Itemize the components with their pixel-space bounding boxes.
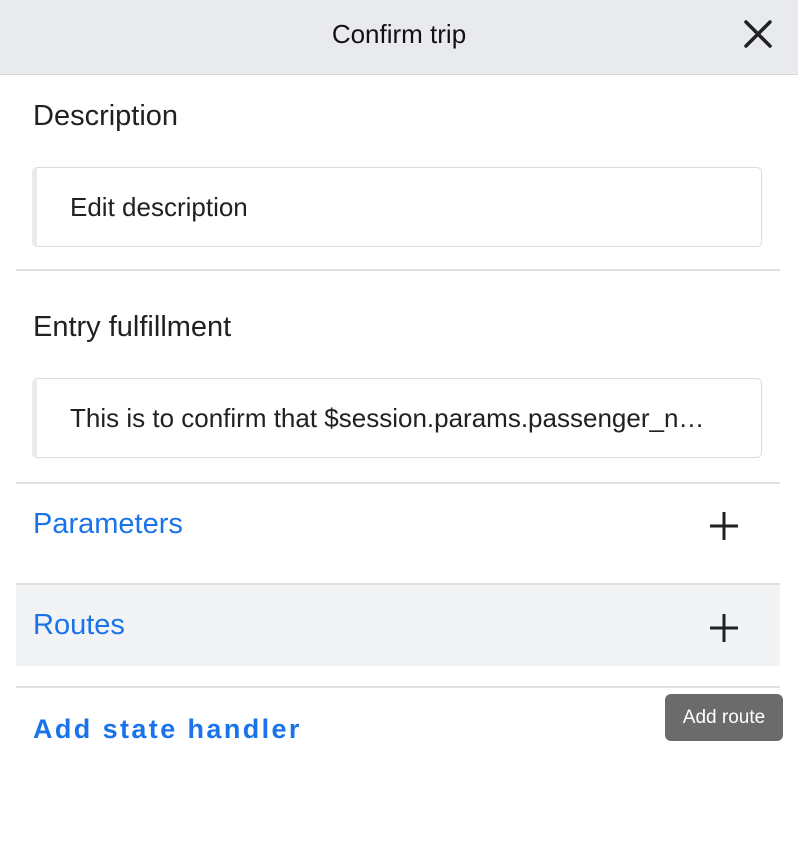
add-route-tooltip: Add route — [665, 694, 783, 741]
add-state-handler-link[interactable]: Add state handler — [33, 714, 302, 745]
divider — [16, 686, 780, 688]
description-field[interactable]: Edit description — [32, 167, 762, 247]
page-panel: Confirm trip Description Edit descriptio… — [0, 0, 798, 854]
routes-row[interactable]: Routes — [16, 585, 780, 666]
description-title: Description — [33, 100, 179, 132]
parameters-row[interactable]: Parameters — [16, 484, 780, 583]
entry-fulfillment-value: This is to confirm that $session.params.… — [70, 403, 711, 433]
page-title: Confirm trip — [331, 19, 467, 49]
close-button[interactable] — [738, 14, 778, 54]
divider — [16, 269, 780, 271]
routes-label: Routes — [33, 609, 125, 641]
entry-fulfillment-field[interactable]: This is to confirm that $session.params.… — [32, 378, 762, 458]
panel-header: Confirm trip — [0, 0, 798, 75]
description-value: Edit description — [70, 192, 248, 222]
add-route-button[interactable] — [706, 610, 742, 646]
plus-icon — [710, 614, 738, 642]
plus-icon — [710, 512, 738, 540]
add-parameter-button[interactable] — [706, 508, 742, 544]
close-icon — [744, 20, 772, 48]
entry-fulfillment-title: Entry fulfillment — [33, 311, 232, 343]
parameters-label: Parameters — [33, 508, 183, 540]
